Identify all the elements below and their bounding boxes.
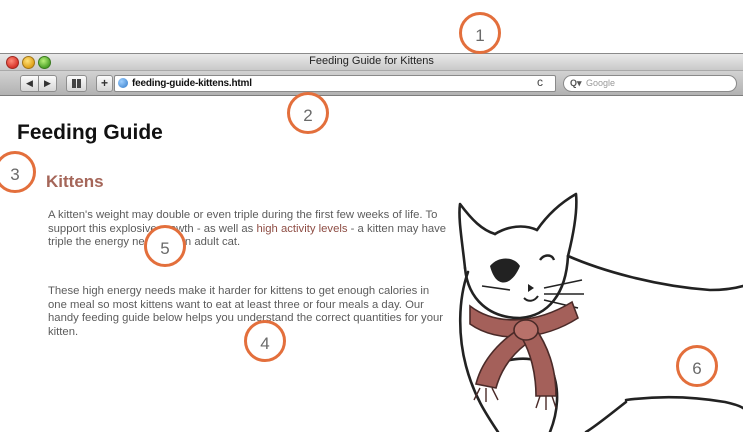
forward-button[interactable]: ▶ xyxy=(38,75,57,92)
add-bookmark-icon: + xyxy=(100,76,108,90)
browser-window: Feeding Guide for Kittens ◀ ▶ + feeding-… xyxy=(0,53,743,432)
toolbar: ◀ ▶ + feeding-guide-kittens.html c Q▾ Go… xyxy=(0,71,743,96)
section-heading: Kittens xyxy=(46,172,104,191)
search-field[interactable]: Q▾ Google xyxy=(563,75,737,92)
address-bar[interactable]: feeding-guide-kittens.html xyxy=(114,75,556,92)
title-bar: Feeding Guide for Kittens xyxy=(0,54,743,71)
bookmarks-button[interactable] xyxy=(66,75,87,92)
intro-paragraph: A kitten's weight may double or even tri… xyxy=(48,209,448,250)
search-icon: Q▾ xyxy=(570,78,582,88)
globe-icon xyxy=(118,78,128,88)
add-bookmark-button[interactable]: + xyxy=(96,75,113,92)
window-title: Feeding Guide for Kittens xyxy=(309,55,434,67)
callout-6: 6 xyxy=(676,345,718,387)
high-activity-link[interactable]: high activity levels xyxy=(256,223,347,235)
callout-1: 1 xyxy=(459,12,501,54)
page-content: Feeding Guide Kittens A kitten's weight … xyxy=(0,96,743,432)
cat-illustration xyxy=(458,192,743,432)
reload-icon[interactable]: c xyxy=(537,75,543,90)
bookmarks-icon xyxy=(72,79,81,88)
callout-4: 4 xyxy=(244,320,286,362)
back-button[interactable]: ◀ xyxy=(20,75,39,92)
page-title: Feeding Guide xyxy=(17,121,163,144)
address-url: feeding-guide-kittens.html xyxy=(132,78,252,89)
search-placeholder: Google xyxy=(586,78,616,88)
forward-icon: ▶ xyxy=(44,78,51,88)
callout-5: 5 xyxy=(144,225,186,267)
back-icon: ◀ xyxy=(26,78,33,88)
callout-2: 2 xyxy=(287,92,329,134)
